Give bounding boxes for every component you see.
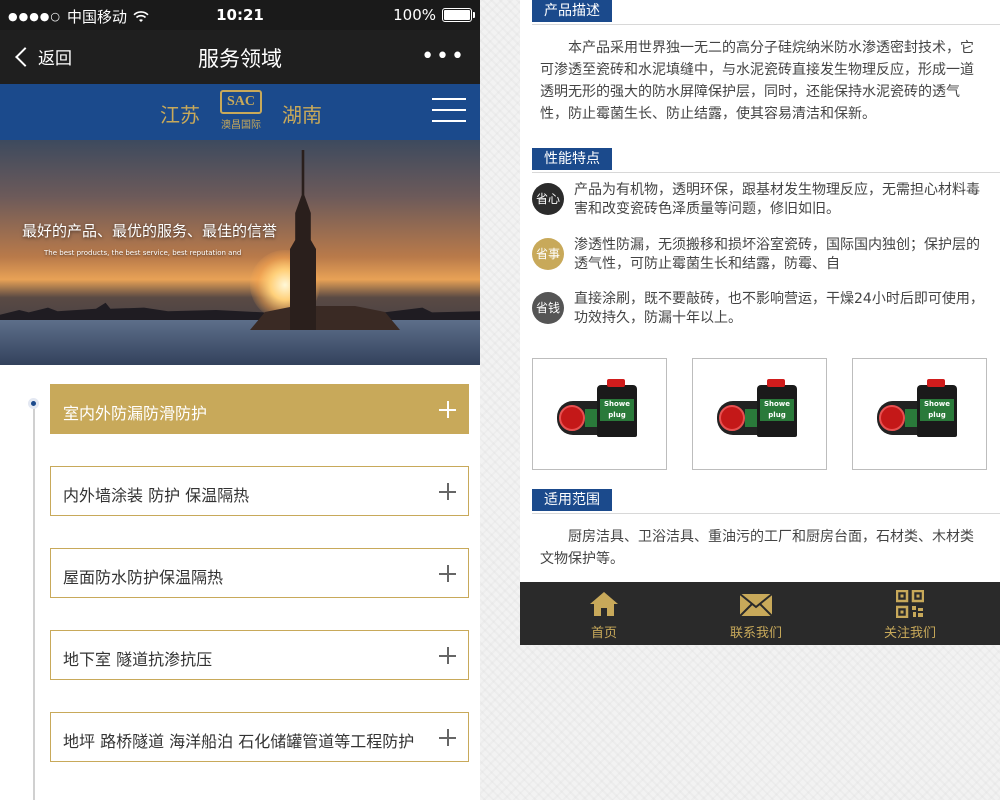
- service-item-indoor[interactable]: 室内外防漏防滑防护: [50, 384, 469, 434]
- more-options-button[interactable]: •••: [421, 44, 466, 69]
- section-title-description: 产品描述: [532, 0, 1000, 25]
- feature-text: 渗透性防漏，无须搬移和损坏浴室瓷砖，国际国内独创；保护层的透气性，可防止霉菌生长…: [574, 237, 980, 272]
- product-image[interactable]: Showe plug: [852, 358, 987, 470]
- feature-item: 省钱 直接涂刷，既不要敲砖，也不影响营运，干燥24小时后即可使用，功效持久，防漏…: [532, 290, 992, 330]
- city-skyline: [0, 302, 480, 322]
- plus-icon: [439, 401, 456, 418]
- left-screen: ●●●●○ 中国移动 10:21 100% 返回 服务领域 ••• 江苏 SAC…: [0, 0, 480, 800]
- product-can-tall: Showe plug: [917, 379, 957, 437]
- scope-text: 厨房洁具、卫浴洁具、重油污的工厂和厨房台面，石材类、木材类文物保护等。: [540, 529, 974, 567]
- product-label: Showe plug: [760, 399, 794, 421]
- feature-text: 产品为有机物，透明环保，跟基材发生物理反应，无需担心材料毒害和改变瓷砖色泽质量等…: [574, 182, 980, 217]
- hamburger-menu-icon[interactable]: [432, 98, 466, 124]
- bottom-tab-bar: 首页 联系我们 关注我们: [520, 582, 1000, 645]
- feature-text: 直接涂刷，既不要敲砖，也不影响营运，干燥24小时后即可使用，功效持久，防漏十年以…: [574, 291, 984, 326]
- product-image[interactable]: Showe plug: [692, 358, 827, 470]
- service-label: 屋面防水防护保温隔热: [63, 568, 224, 587]
- service-label: 室内外防漏防滑防护: [63, 404, 208, 423]
- feature-item: 省事 渗透性防漏，无须搬移和损坏浴室瓷砖，国际国内独创；保护层的透气性，可防止霉…: [532, 236, 992, 276]
- feature-item: 省心 产品为有机物，透明环保，跟基材发生物理反应，无需担心材料毒害和改变瓷砖色泽…: [532, 181, 992, 221]
- service-label: 内外墙涂装 防护 保温隔热: [63, 486, 250, 505]
- service-item-engineering[interactable]: 地坪 路桥隧道 海洋船泊 石化储罐管道等工程防护: [50, 712, 469, 762]
- tab-home[interactable]: 首页: [554, 590, 654, 641]
- battery-icon: [442, 8, 475, 22]
- mail-icon: [739, 593, 773, 617]
- product-label: Showe plug: [600, 399, 634, 421]
- feature-badge: 省心: [532, 183, 564, 215]
- right-screen: 产品描述 本产品采用世界独一无二的高分子硅烷纳米防水渗透密封技术，它可渗透至瓷砖…: [520, 0, 1000, 645]
- product-can-tall: Showe plug: [757, 379, 797, 437]
- brand-header: 江苏 SAC 澳昌国际 湖南: [0, 84, 480, 140]
- hero-headline: 最好的产品、最优的服务、最佳的信誉: [22, 222, 278, 240]
- timeline-line: [33, 400, 35, 800]
- hero-subline: The best products, the best service, bes…: [44, 249, 242, 257]
- feature-badge: 省钱: [532, 292, 564, 324]
- product-label: Showe plug: [920, 399, 954, 421]
- navigation-bar: 返回 服务领域 •••: [0, 30, 480, 84]
- home-icon: [590, 592, 618, 616]
- city-right-link[interactable]: 湖南: [282, 99, 322, 128]
- service-label: 地坪 路桥隧道 海洋船泊 石化储罐管道等工程防护: [63, 732, 415, 751]
- timeline-dot: [28, 398, 39, 409]
- tab-follow[interactable]: 关注我们: [860, 590, 960, 641]
- sea-water: [0, 320, 480, 365]
- page-title: 服务领域: [198, 47, 282, 71]
- logo-subtitle: 澳昌国际: [221, 120, 261, 131]
- service-label: 地下室 隧道抗渗抗压: [63, 650, 213, 669]
- description-text: 本产品采用世界独一无二的高分子硅烷纳米防水渗透密封技术，它可渗透至瓷砖和水泥填缝…: [540, 40, 974, 122]
- maiden-tower: [290, 150, 316, 330]
- section-title-scope: 适用范围: [532, 489, 1000, 514]
- product-image[interactable]: Showe plug: [532, 358, 667, 470]
- plus-icon: [439, 647, 456, 664]
- qrcode-icon: [896, 590, 924, 618]
- service-item-basement[interactable]: 地下室 隧道抗渗抗压: [50, 630, 469, 680]
- product-can-tall: Showe plug: [597, 379, 637, 437]
- status-bar: ●●●●○ 中国移动 10:21 100%: [0, 0, 480, 30]
- tab-label: 关注我们: [883, 626, 936, 641]
- tab-label: 联系我们: [729, 626, 782, 641]
- brand-logo[interactable]: SAC 澳昌国际: [218, 90, 264, 131]
- plus-icon: [439, 565, 456, 582]
- service-item-roof[interactable]: 屋面防水防护保温隔热: [50, 548, 469, 598]
- plus-icon: [439, 483, 456, 500]
- section-title-features: 性能特点: [532, 148, 1000, 173]
- tab-label: 首页: [590, 626, 617, 641]
- battery-percent: 100%: [393, 6, 436, 24]
- hero-banner: 最好的产品、最优的服务、最佳的信誉 The best products, the…: [0, 140, 480, 365]
- tab-contact[interactable]: 联系我们: [706, 590, 806, 641]
- feature-badge: 省事: [532, 238, 564, 270]
- service-item-walls[interactable]: 内外墙涂装 防护 保温隔热: [50, 466, 469, 516]
- city-left-link[interactable]: 江苏: [160, 99, 200, 128]
- battery-group: 100%: [393, 6, 475, 24]
- logo-mark: SAC: [220, 90, 262, 114]
- plus-icon: [439, 729, 456, 746]
